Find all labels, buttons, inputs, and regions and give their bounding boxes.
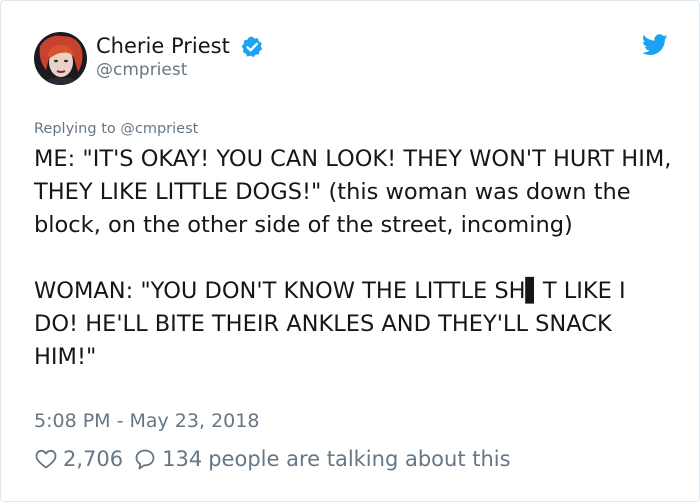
avatar-image [34, 32, 87, 85]
tweet-paragraph-2: WOMAN: "YOU DON'T KNOW THE LITTLE SH▌T L… [34, 278, 626, 370]
tweet-timestamp[interactable]: 5:08 PM - May 23, 2018 [34, 410, 259, 432]
replying-to-label: Replying to [34, 121, 121, 137]
reply-bubble-icon[interactable] [133, 447, 157, 471]
like-count: 2,706 [63, 447, 124, 471]
reply-count: 134 [162, 447, 203, 471]
twitter-bird-icon[interactable] [642, 34, 668, 56]
tweet-paragraph-1: ME: "IT'S OKAY! YOU CAN LOOK! THEY WON'T… [34, 146, 672, 238]
verified-badge-icon [241, 36, 263, 58]
tweet-text: ME: "IT'S OKAY! YOU CAN LOOK! THEY WON'T… [34, 143, 674, 374]
heart-icon[interactable] [34, 447, 58, 471]
tweet-stats: 2,706 134 people are talking about this [34, 447, 511, 471]
author-handle[interactable]: @cmpriest [96, 60, 187, 80]
avatar[interactable] [34, 32, 87, 85]
replying-to: Replying to @cmpriest [34, 121, 198, 137]
tweet-card: Cherie Priest @cmpriest Replying to @cmp… [0, 0, 700, 502]
reply-mention-link[interactable]: @cmpriest [120, 121, 198, 137]
talking-about-label[interactable]: people are talking about this [208, 447, 510, 471]
display-name[interactable]: Cherie Priest [96, 34, 230, 58]
